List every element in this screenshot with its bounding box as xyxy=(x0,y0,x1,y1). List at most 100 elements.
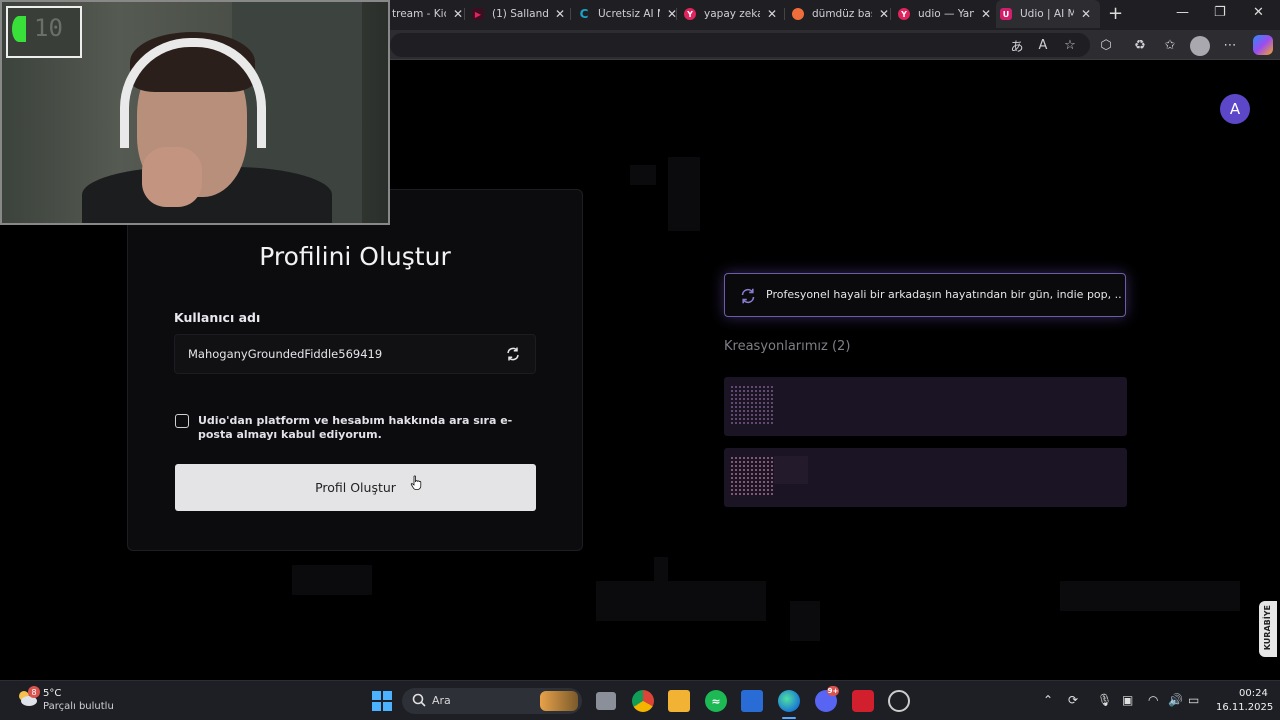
yandex-icon: Y xyxy=(684,8,696,20)
search-highlight-image xyxy=(540,691,578,711)
maximize-button[interactable]: ❐ xyxy=(1214,5,1226,20)
track-artwork-placeholder xyxy=(730,456,774,496)
tab-dumduz[interactable]: dümdüz baş ✕ xyxy=(788,2,890,26)
file-explorer-icon[interactable] xyxy=(668,690,690,712)
tab-yapay-zeka[interactable]: Y yapay zeka g ✕ xyxy=(680,2,778,26)
udio-icon: U xyxy=(1000,8,1012,20)
more-options-icon[interactable]: ⋯ xyxy=(1221,36,1239,54)
clock-time[interactable]: 00:24 xyxy=(1239,688,1268,699)
c-logo-icon: C xyxy=(579,7,589,21)
creations-title: Kreasyonlarımız (2) xyxy=(724,339,851,354)
search-icon xyxy=(412,693,426,707)
performance-icon[interactable]: ♻ xyxy=(1131,36,1149,54)
close-icon[interactable]: ✕ xyxy=(766,7,778,21)
background-tile xyxy=(630,165,656,185)
background-tile xyxy=(596,581,766,621)
edge-icon[interactable] xyxy=(778,690,800,712)
chevron-up-icon[interactable]: ⌃ xyxy=(1043,693,1053,707)
background-tile xyxy=(1060,581,1240,611)
tab-title: Udio | AI Mu xyxy=(1020,8,1074,20)
search-placeholder: Ara xyxy=(432,694,451,707)
username-input[interactable] xyxy=(174,334,536,374)
battery-icon[interactable]: ▭ xyxy=(1188,693,1199,707)
chrome-icon[interactable] xyxy=(632,690,654,712)
windows-logo-tile xyxy=(372,691,381,700)
site-icon xyxy=(792,8,804,20)
weather-badge: 8 xyxy=(28,686,40,698)
tab-separator xyxy=(570,8,571,20)
windows-logo-tile xyxy=(383,702,392,711)
extensions-icon[interactable]: ⬡ xyxy=(1097,36,1115,54)
tab-udio-yandex[interactable]: Y udio — Yand ✕ xyxy=(894,2,992,26)
new-tab-button[interactable]: + xyxy=(1108,3,1123,24)
display-icon[interactable]: ▣ xyxy=(1122,693,1133,707)
close-icon[interactable]: ✕ xyxy=(878,7,890,21)
weather-temperature[interactable]: 5°C xyxy=(43,688,61,699)
spotify-icon[interactable]: ≈ xyxy=(705,690,727,712)
consent-label: Udio'dan platform ve hesabım hakkında ar… xyxy=(198,414,513,441)
minimize-button[interactable]: — xyxy=(1176,5,1189,20)
tab-kick[interactable]: tream - Kic ✕ xyxy=(388,2,464,26)
create-profile-card: Profilini Oluştur Kullanıcı adı Udio'dan… xyxy=(127,189,583,551)
close-icon[interactable]: ✕ xyxy=(554,7,566,21)
consent-checkbox[interactable] xyxy=(175,414,189,428)
favorites-icon[interactable]: ✩ xyxy=(1161,36,1179,54)
start-button[interactable] xyxy=(372,691,392,711)
clock-date[interactable]: 16.11.2025 xyxy=(1216,702,1273,713)
prompt-text: Profesyonel hayali bir arkadaşın hayatın… xyxy=(766,288,1121,301)
shuffle-refresh-icon[interactable] xyxy=(739,287,757,305)
app-icon-circle[interactable] xyxy=(888,690,910,712)
loading-block xyxy=(774,456,808,484)
address-bar[interactable] xyxy=(390,33,1090,57)
app-icon-red[interactable] xyxy=(852,690,874,712)
sync-icon[interactable]: ⟳ xyxy=(1068,693,1078,707)
favorite-star-icon[interactable]: ☆ xyxy=(1061,36,1079,54)
taskbar-search[interactable]: Ara xyxy=(402,688,582,714)
tab-youtube[interactable]: ▶ (1) Sallandım ✕ xyxy=(468,2,566,26)
browser-profile-icon[interactable] xyxy=(1190,36,1210,56)
volume-icon[interactable]: 🔊 xyxy=(1168,693,1183,707)
username-label: Kullanıcı adı xyxy=(174,310,261,325)
creation-item[interactable] xyxy=(724,448,1127,507)
weather-description[interactable]: Parçalı bulutlu xyxy=(43,701,114,712)
tab-separator xyxy=(890,8,891,20)
microphone-icon[interactable]: 🎙 xyxy=(1097,693,1112,707)
yandex-icon: Y xyxy=(898,8,910,20)
wifi-icon[interactable]: ◠ xyxy=(1148,693,1158,707)
tab-title: dümdüz baş xyxy=(812,8,872,20)
cookie-settings-tab[interactable]: KURABİYE xyxy=(1259,601,1277,657)
task-view-icon[interactable] xyxy=(596,692,616,710)
background-tile xyxy=(292,565,372,595)
copilot-icon[interactable] xyxy=(1253,35,1273,55)
tab-separator xyxy=(784,8,785,20)
close-icon[interactable]: ✕ xyxy=(452,7,464,21)
pacman-icon xyxy=(12,16,26,42)
tab-separator xyxy=(676,8,677,20)
user-avatar[interactable]: A xyxy=(1220,94,1250,124)
translate-icon[interactable]: あ xyxy=(1008,36,1026,55)
close-icon[interactable]: ✕ xyxy=(980,7,992,21)
mini-counter: 10 xyxy=(34,14,63,42)
background-tile xyxy=(790,601,820,641)
tab-title: udio — Yand xyxy=(918,8,974,20)
close-icon[interactable]: ✕ xyxy=(1080,7,1092,21)
prompt-suggestion[interactable]: Profesyonel hayali bir arkadaşın hayatın… xyxy=(724,273,1126,317)
tab-separator xyxy=(464,8,465,20)
tab-udio-active[interactable]: U Udio | AI Mu ✕ xyxy=(996,0,1100,28)
tab-ucretsiz-ai[interactable]: C Ücretsiz AI M ✕ xyxy=(574,2,678,26)
mini-overlay-window: 10 xyxy=(6,6,82,58)
tab-title: yapay zeka g xyxy=(704,8,760,20)
windows-logo-tile xyxy=(372,702,381,711)
active-app-indicator xyxy=(782,717,796,719)
hand-cursor-icon xyxy=(410,475,422,490)
refresh-username-icon[interactable] xyxy=(505,346,521,362)
track-artwork-placeholder xyxy=(730,385,774,425)
read-aloud-icon[interactable]: A xyxy=(1034,36,1052,54)
windows-taskbar: 8 5°C Parçalı bulutlu Ara ≈ 9+ ⌃ ⟳ 🎙 ▣ ◠… xyxy=(0,680,1280,720)
cookie-tab-label: KURABİYE xyxy=(1263,605,1272,651)
creation-item[interactable] xyxy=(724,377,1127,436)
store-icon[interactable] xyxy=(741,690,763,712)
create-profile-button[interactable]: Profil Oluştur xyxy=(175,464,536,511)
close-window-button[interactable]: ✕ xyxy=(1253,5,1264,20)
background-tile xyxy=(668,157,700,231)
